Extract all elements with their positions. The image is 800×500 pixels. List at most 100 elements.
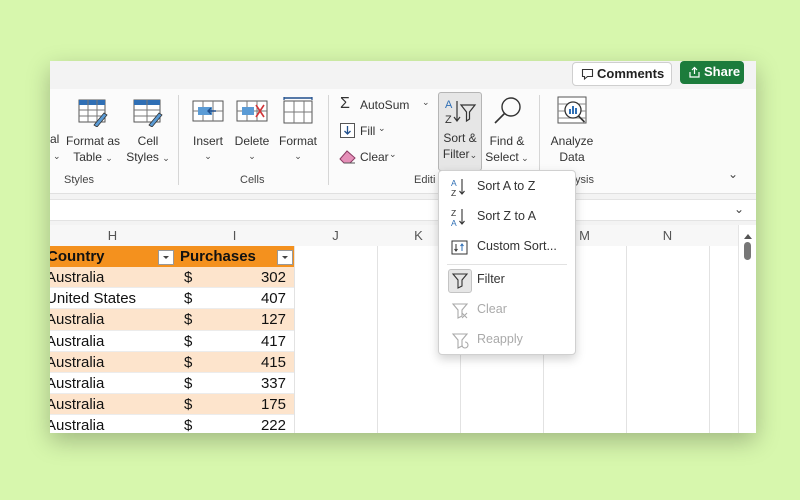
menu-item-clear[interactable]: Clear — [439, 296, 575, 324]
currency-cell: $ — [184, 332, 193, 350]
comments-button[interactable]: Comments — [572, 62, 672, 86]
styles-group-label: Styles — [64, 174, 94, 186]
menu-item-sort-z-a[interactable]: Z A Sort Z to A — [439, 203, 575, 231]
currency-cell: $ — [184, 269, 193, 286]
column-header-h[interactable]: H — [50, 228, 175, 243]
currency-cell: $ — [184, 417, 193, 433]
column-header-row: H I J K L M N — [50, 225, 750, 247]
country-cell[interactable]: Australia — [50, 269, 104, 286]
analyze-data-button[interactable]: Analyze Data — [544, 93, 600, 167]
share-icon — [689, 66, 700, 78]
table-row[interactable]: Australia $175 — [50, 394, 294, 416]
format-button[interactable]: Format ⌄ — [276, 93, 320, 167]
insert-button[interactable]: Insert ⌄ — [188, 93, 228, 167]
purchase-amount-cell[interactable]: 415 — [261, 354, 286, 371]
comments-label: Comments — [597, 66, 665, 81]
clear-filter-icon — [451, 303, 469, 319]
chevron-down-icon: ⌄ — [469, 150, 478, 160]
divider — [328, 95, 329, 185]
purchase-amount-cell[interactable]: 302 — [261, 269, 286, 286]
sigma-icon: Σ — [340, 95, 350, 112]
ribbon: al ⌄ Format as Table ⌄ Cell Styles ⌄ Sty… — [50, 89, 756, 194]
fill-label: Fill — [360, 124, 376, 138]
clear-button[interactable]: Clear ⌄ — [338, 147, 408, 167]
table-row[interactable]: Australia $127 — [50, 309, 294, 331]
country-cell[interactable]: Australia — [50, 396, 104, 413]
format-as-table-icon — [78, 99, 108, 127]
country-cell[interactable]: Australia — [50, 417, 104, 433]
purchase-amount-cell[interactable]: 337 — [261, 375, 286, 392]
cell-styles-button[interactable]: Cell Styles ⌄ — [124, 93, 172, 167]
delete-cells-icon — [236, 100, 268, 122]
country-cell[interactable]: United States — [50, 290, 136, 307]
format-as-table-button[interactable]: Format as Table ⌄ — [62, 93, 124, 167]
expand-formula-bar-chevron-icon[interactable]: ⌄ — [734, 202, 744, 216]
worksheet-grid[interactable]: Country Purchases Australia $302 United St… — [50, 246, 738, 433]
scrollbar-thumb[interactable] — [744, 242, 751, 260]
column-header-n[interactable]: N — [626, 228, 709, 243]
menu-label: Custom Sort... — [477, 239, 557, 253]
format-label: Format — [278, 134, 317, 148]
svg-text:A: A — [445, 99, 453, 111]
country-cell[interactable]: Australia — [50, 354, 104, 371]
country-cell[interactable]: Australia — [50, 375, 104, 392]
purchase-amount-cell[interactable]: 407 — [261, 290, 286, 307]
table-header-row: Country Purchases — [50, 246, 294, 267]
purchase-amount-cell[interactable]: 417 — [261, 333, 286, 350]
chevron-down-icon: ⌄ — [518, 153, 529, 163]
menu-item-custom-sort[interactable]: Custom Sort... — [439, 233, 575, 261]
svg-text:A: A — [451, 218, 457, 227]
analyze-data-label-1: Analyze — [550, 134, 594, 148]
svg-text:Z: Z — [451, 208, 456, 218]
find-select-button[interactable]: Find & Select ⌄ — [484, 93, 530, 167]
format-cells-icon — [283, 97, 313, 124]
format-as-table-label-2: Table — [73, 150, 102, 164]
reapply-filter-icon — [451, 333, 469, 349]
chevron-down-icon: ⌄ — [389, 149, 397, 159]
purchase-amount-cell[interactable]: 127 — [261, 311, 286, 328]
chevron-down-icon: ⌄ — [294, 151, 302, 161]
formula-bar[interactable]: ⌄ — [50, 199, 756, 221]
insert-cells-icon — [192, 100, 224, 122]
collapse-ribbon-chevron-icon[interactable]: ⌄ — [728, 167, 738, 181]
table-row[interactable]: Australia $337 — [50, 373, 294, 395]
filter-dropdown-button[interactable] — [277, 250, 293, 265]
sort-filter-label-2: Filter — [442, 147, 470, 161]
country-cell[interactable]: Australia — [50, 333, 104, 350]
country-cell[interactable]: Australia — [50, 311, 104, 328]
scroll-up-icon[interactable] — [744, 233, 752, 239]
vertical-scrollbar[interactable] — [738, 225, 756, 433]
table-row[interactable]: Australia $415 — [50, 351, 294, 373]
chevron-down-icon: ⌄ — [378, 123, 386, 133]
sort-filter-button[interactable]: A Z Sort & Filter⌄ — [438, 92, 482, 171]
autosum-button[interactable]: Σ AutoSum ⌄ — [338, 95, 434, 115]
format-as-table-label-1: Format as — [65, 134, 120, 148]
column-header-j[interactable]: J — [294, 228, 377, 243]
comment-icon — [581, 68, 594, 81]
editing-group-label: Editi — [414, 174, 436, 186]
table-row[interactable]: United States $407 — [50, 288, 294, 310]
custom-sort-icon — [451, 240, 468, 255]
purchase-amount-cell[interactable]: 175 — [261, 396, 286, 413]
purchase-amount-cell[interactable]: 222 — [261, 417, 286, 433]
clear-label: Clear — [360, 150, 389, 164]
purchases-header: Purchases — [180, 248, 256, 265]
analysis-group-label: ysis — [575, 174, 594, 186]
share-button[interactable]: Share — [680, 61, 744, 84]
menu-item-sort-a-z[interactable]: A Z Sort A to Z — [439, 173, 575, 201]
column-header-i[interactable]: I — [175, 228, 294, 243]
table-row[interactable]: Australia $417 — [50, 330, 294, 352]
eraser-icon — [339, 150, 356, 164]
chevron-down-icon: ⌄ — [53, 151, 61, 161]
menu-label: Sort A to Z — [477, 179, 536, 193]
cell-styles-label-1: Cell — [137, 134, 159, 148]
autosum-label: AutoSum — [360, 98, 410, 112]
fill-button[interactable]: Fill ⌄ — [338, 121, 408, 141]
svg-text:Z: Z — [445, 114, 452, 126]
filter-dropdown-button[interactable] — [158, 250, 174, 265]
table-row[interactable]: Australia $302 — [50, 267, 294, 289]
menu-item-reapply[interactable]: Reapply — [439, 326, 575, 354]
delete-button[interactable]: Delete ⌄ — [232, 93, 272, 167]
table-row[interactable]: Australia $222 — [50, 415, 294, 433]
menu-item-filter[interactable]: Filter — [439, 266, 575, 294]
